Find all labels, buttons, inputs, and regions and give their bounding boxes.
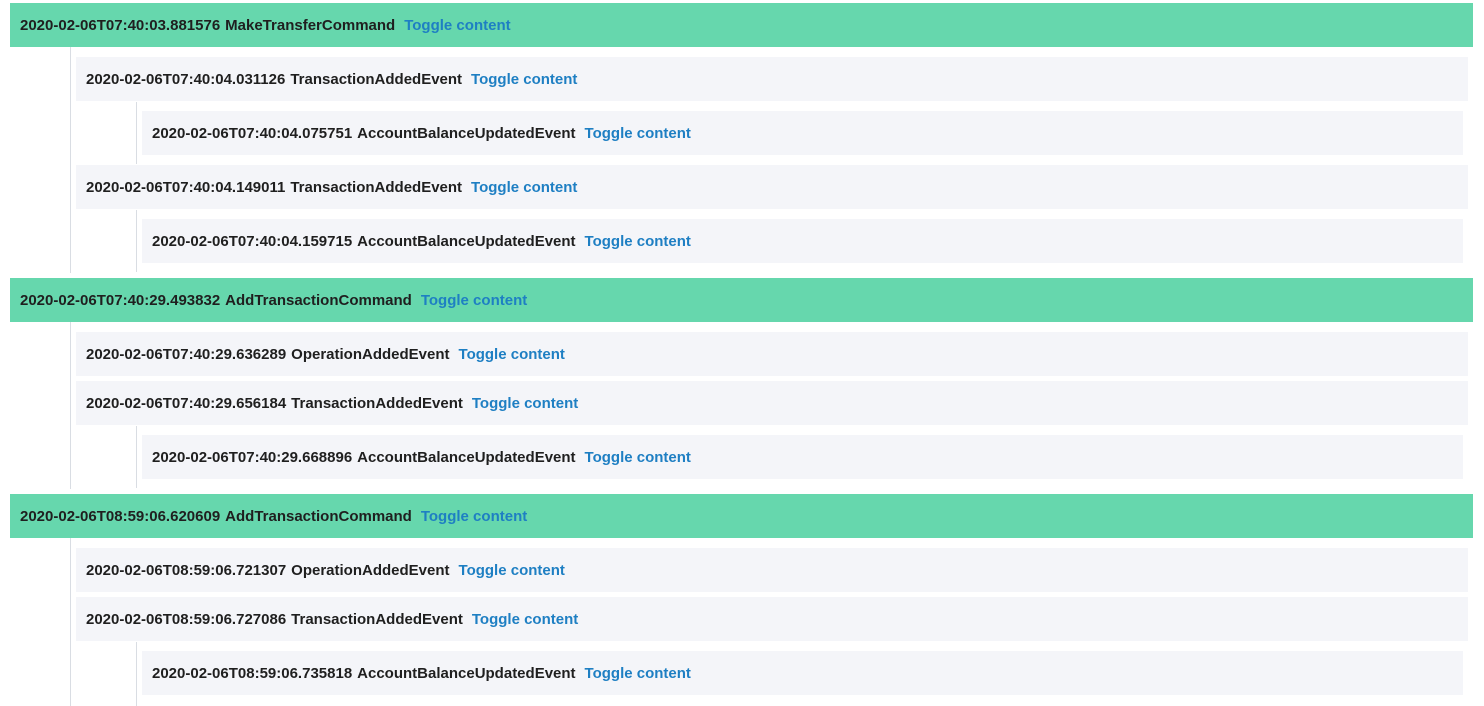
entry-name: AddTransactionCommand	[225, 291, 412, 309]
entry-name: OperationAddedEvent	[291, 561, 450, 579]
entry-name: TransactionAddedEvent	[290, 70, 463, 88]
command-row: 2020-02-06T07:40:03.881576 MakeTransferCo…	[10, 3, 1473, 47]
toggle-content-link[interactable]: Toggle content	[472, 395, 578, 412]
command-row: 2020-02-06T07:40:29.493832 AddTransaction…	[10, 278, 1473, 322]
entry-timestamp: 2020-02-06T07:40:29.493832	[20, 291, 221, 309]
event-row: 2020-02-06T08:59:06.735818 AccountBalance…	[142, 651, 1463, 695]
tree-guide-line	[70, 46, 71, 273]
entry-name: AccountBalanceUpdatedEvent	[357, 448, 576, 466]
entry-name: AccountBalanceUpdatedEvent	[357, 124, 576, 142]
toggle-content-link[interactable]: Toggle content	[585, 125, 691, 142]
entry-timestamp: 2020-02-06T08:59:06.721307	[86, 561, 287, 579]
entry-timestamp: 2020-02-06T07:40:04.149011	[86, 178, 286, 196]
toggle-content-link[interactable]: Toggle content	[404, 17, 510, 34]
event-row: 2020-02-06T07:40:29.656184 TransactionAdd…	[76, 381, 1468, 425]
entry-timestamp: 2020-02-06T08:59:06.727086	[86, 610, 287, 628]
event-row: 2020-02-06T07:40:29.668896 AccountBalance…	[142, 435, 1463, 479]
toggle-content-link[interactable]: Toggle content	[472, 611, 578, 628]
toggle-content-link[interactable]: Toggle content	[421, 292, 527, 309]
entry-name: AccountBalanceUpdatedEvent	[357, 664, 576, 682]
tree-guide-line	[136, 426, 137, 488]
toggle-content-link[interactable]: Toggle content	[471, 179, 577, 196]
toggle-content-link[interactable]: Toggle content	[585, 233, 691, 250]
toggle-content-link[interactable]: Toggle content	[585, 449, 691, 466]
entry-timestamp: 2020-02-06T07:40:04.031126	[86, 70, 286, 88]
toggle-content-link[interactable]: Toggle content	[459, 346, 565, 363]
command-row: 2020-02-06T08:59:06.620609 AddTransaction…	[10, 494, 1473, 538]
event-row: 2020-02-06T07:40:04.149011 TransactionAdd…	[76, 165, 1468, 209]
event-row: 2020-02-06T07:40:04.075751 AccountBalance…	[142, 111, 1463, 155]
tree-guide-line	[136, 210, 137, 272]
toggle-content-link[interactable]: Toggle content	[421, 508, 527, 525]
tree-guide-line	[136, 102, 137, 164]
event-row: 2020-02-06T07:40:04.031126 TransactionAdd…	[76, 57, 1468, 101]
event-row: 2020-02-06T07:40:29.636289 OperationAdded…	[76, 332, 1468, 376]
tree-guide-line	[136, 642, 137, 706]
entry-timestamp: 2020-02-06T07:40:29.668896	[152, 448, 353, 466]
entry-name: TransactionAddedEvent	[290, 178, 463, 196]
event-row: 2020-02-06T07:40:04.159715 AccountBalance…	[142, 219, 1463, 263]
entry-name: TransactionAddedEvent	[291, 394, 463, 412]
tree-guide-line	[70, 321, 71, 489]
entry-timestamp: 2020-02-06T08:59:06.735818	[152, 664, 353, 682]
entry-name: AddTransactionCommand	[225, 507, 412, 525]
event-row: 2020-02-06T08:59:06.727086 TransactionAdd…	[76, 597, 1468, 641]
entry-timestamp: 2020-02-06T07:40:29.636289	[86, 345, 287, 363]
entry-timestamp: 2020-02-06T07:40:29.656184	[86, 394, 287, 412]
entry-name: MakeTransferCommand	[225, 16, 396, 34]
entry-timestamp: 2020-02-06T07:40:03.881576	[20, 16, 221, 34]
entry-name: AccountBalanceUpdatedEvent	[357, 232, 576, 250]
entry-name: TransactionAddedEvent	[291, 610, 463, 628]
entry-timestamp: 2020-02-06T07:40:04.159715	[152, 232, 353, 250]
toggle-content-link[interactable]: Toggle content	[459, 562, 565, 579]
toggle-content-link[interactable]: Toggle content	[471, 71, 577, 88]
entry-timestamp: 2020-02-06T08:59:06.620609	[20, 507, 221, 525]
event-row: 2020-02-06T08:59:06.721307 OperationAdded…	[76, 548, 1468, 592]
toggle-content-link[interactable]: Toggle content	[585, 665, 691, 682]
event-log: 2020-02-06T07:40:03.881576 MakeTransferCo…	[0, 0, 1484, 706]
entry-name: OperationAddedEvent	[291, 345, 450, 363]
entry-timestamp: 2020-02-06T07:40:04.075751	[152, 124, 353, 142]
tree-guide-line	[70, 537, 71, 706]
